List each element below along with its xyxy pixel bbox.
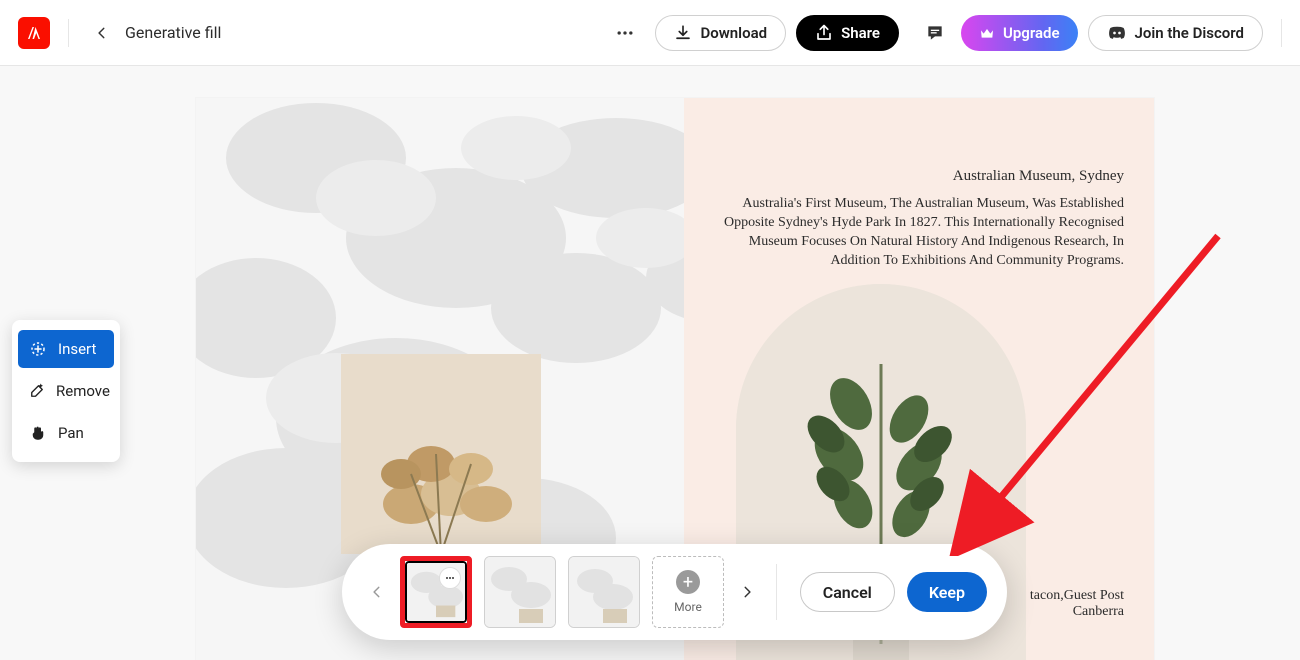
- caption-line-1: tacon,Guest Post: [1030, 588, 1124, 604]
- discord-button[interactable]: Join the Discord: [1088, 15, 1263, 51]
- panel-caption: tacon,Guest Post Canberra: [1030, 588, 1124, 620]
- variation-thumbnails: + More: [400, 556, 724, 628]
- discord-icon: [1107, 25, 1127, 41]
- comments-button[interactable]: [919, 17, 951, 49]
- plus-icon: +: [676, 570, 700, 594]
- chat-icon: [925, 23, 945, 43]
- prev-variation-button[interactable]: [362, 577, 392, 607]
- action-bar-divider: [776, 564, 777, 620]
- more-variations-button[interactable]: + More: [652, 556, 724, 628]
- header-divider: [1281, 19, 1282, 47]
- variation-thumb-1[interactable]: [400, 556, 472, 628]
- share-label: Share: [841, 24, 880, 42]
- discord-label: Join the Discord: [1135, 24, 1244, 42]
- tool-pan-label: Pan: [58, 424, 84, 442]
- keep-label: Keep: [929, 583, 965, 602]
- header-divider: [68, 19, 69, 47]
- panel-title: Australian Museum, Sydney: [714, 168, 1124, 185]
- tool-pan[interactable]: Pan: [18, 414, 114, 452]
- tool-remove-label: Remove: [56, 382, 110, 400]
- download-label: Download: [700, 24, 767, 42]
- download-icon: [674, 24, 692, 42]
- caption-line-2: Canberra: [1030, 604, 1124, 620]
- variation-thumb-2[interactable]: [484, 556, 556, 628]
- more-label: More: [674, 600, 702, 614]
- insert-icon: [28, 339, 48, 359]
- app-header: Generative fill Download Share Upgrade J…: [0, 0, 1300, 66]
- next-variation-button[interactable]: [732, 577, 762, 607]
- thumb-options-button[interactable]: [439, 567, 461, 589]
- variation-thumb-3[interactable]: [568, 556, 640, 628]
- back-button[interactable]: [87, 18, 117, 48]
- tool-insert-label: Insert: [58, 340, 96, 358]
- remove-icon: [28, 381, 46, 401]
- crown-icon: [979, 25, 995, 41]
- upgrade-button[interactable]: Upgrade: [961, 15, 1078, 51]
- cancel-label: Cancel: [823, 583, 872, 602]
- panel-body: Australia's First Museum, The Australian…: [714, 195, 1124, 271]
- keep-button[interactable]: Keep: [907, 572, 987, 612]
- share-icon: [815, 24, 833, 42]
- page-title: Generative fill: [125, 23, 221, 42]
- tool-insert[interactable]: Insert: [18, 330, 114, 368]
- more-options-button[interactable]: [609, 17, 641, 49]
- inset-image: [341, 354, 541, 554]
- share-button[interactable]: Share: [796, 15, 899, 51]
- tool-panel: Insert Remove Pan: [12, 320, 120, 462]
- adobe-logo: [18, 17, 50, 49]
- download-button[interactable]: Download: [655, 15, 786, 51]
- cancel-button[interactable]: Cancel: [800, 572, 895, 612]
- editor-stage: Australian Museum, Sydney Australia's Fi…: [0, 66, 1300, 660]
- pan-icon: [28, 423, 48, 443]
- generation-action-bar: + More Cancel Keep: [342, 544, 1007, 640]
- upgrade-label: Upgrade: [1003, 24, 1060, 42]
- tool-remove[interactable]: Remove: [18, 372, 114, 410]
